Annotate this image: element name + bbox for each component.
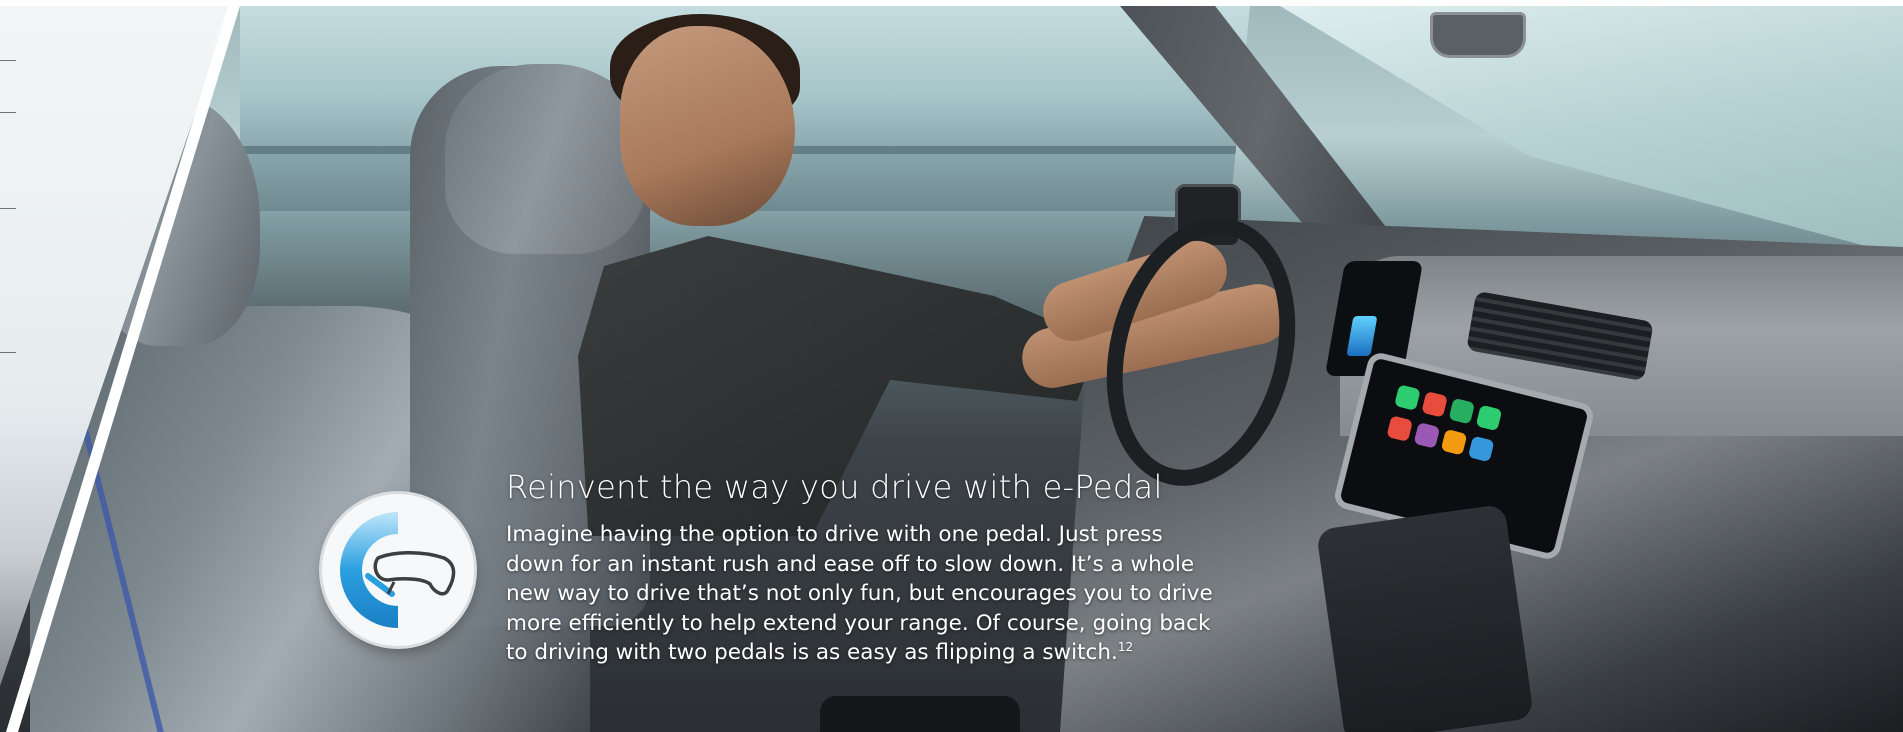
description-line: to driving with two pedals is as easy as… <box>506 640 1118 665</box>
description-line: new way to drive that’s not only fun, bu… <box>506 581 1213 606</box>
center-console <box>1315 503 1535 732</box>
description-line: down for an instant rush and ease off to… <box>506 551 1195 577</box>
footnote-marker: 12 <box>1117 639 1134 654</box>
margin-tick <box>0 208 16 209</box>
description-line: more efficiently to help extend your ran… <box>506 610 1211 636</box>
description-last-line: to driving with two pedals is as easy as… <box>506 638 1306 668</box>
feature-headline: Reinvent the way you drive with e-Pedal <box>506 468 1163 506</box>
feature-description: Imagine having the option to drive with … <box>506 520 1306 668</box>
description-line: Imagine having the option to drive with … <box>506 522 1163 547</box>
e-pedal-icon <box>322 494 474 646</box>
rearview-mirror <box>1430 12 1526 58</box>
cupholder <box>820 696 1020 732</box>
margin-tick <box>0 60 16 61</box>
margin-tick <box>0 352 16 353</box>
margin-tick <box>0 112 16 113</box>
